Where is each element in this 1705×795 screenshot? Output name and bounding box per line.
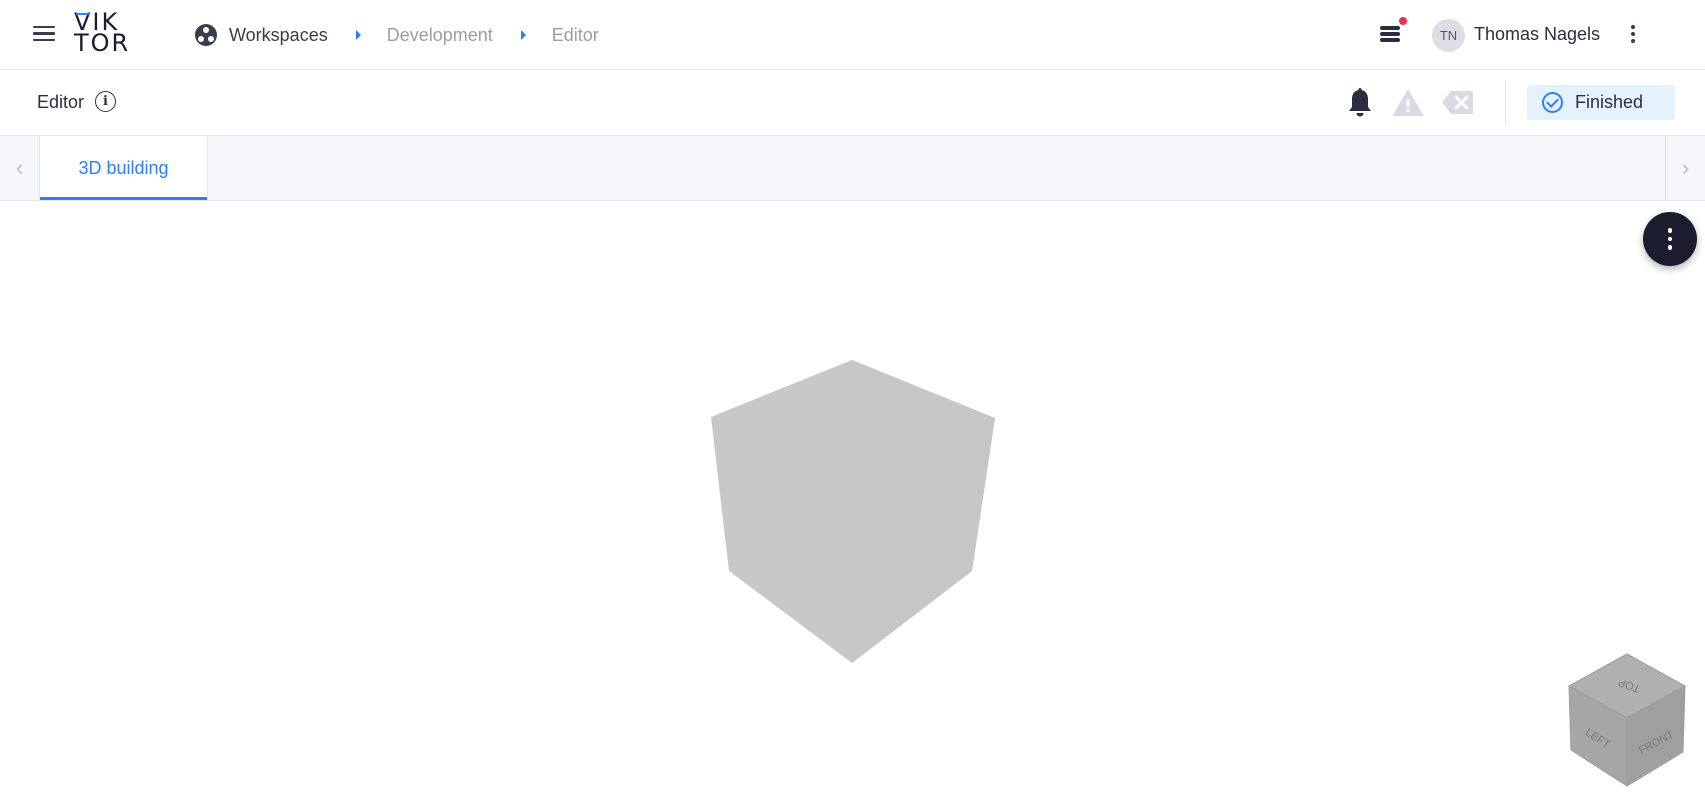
status-text: Finished (1575, 92, 1644, 112)
user-name[interactable]: Thomas Nagels (1474, 24, 1600, 45)
tab-3d-building[interactable]: 3D building (40, 136, 208, 200)
avatar[interactable]: TN (1432, 19, 1465, 52)
jobs-list-icon[interactable] (1378, 16, 1408, 48)
check-circle-icon (1542, 92, 1563, 113)
chevron-left-icon[interactable]: ‹ (0, 136, 40, 200)
breadcrumb-workspaces[interactable]: Workspaces (229, 25, 328, 46)
warning-icon[interactable] (1393, 89, 1423, 117)
editor-bar: Editor i Finished (0, 70, 1705, 136)
breadcrumb: Workspaces Development Editor (195, 20, 599, 50)
breadcrumb-editor: Editor (551, 24, 599, 45)
3d-model-cube[interactable] (700, 355, 1000, 670)
breadcrumb-development[interactable]: Development (387, 25, 493, 46)
status-badge[interactable]: Finished (1527, 85, 1675, 120)
more-options-icon[interactable] (1626, 22, 1640, 48)
bell-icon[interactable] (1346, 87, 1374, 119)
error-clear-icon[interactable] (1441, 90, 1474, 115)
info-icon[interactable]: i (95, 91, 116, 112)
chevron-right-icon[interactable]: › (1665, 136, 1705, 200)
breadcrumb-separator-icon (355, 30, 361, 40)
viewer-options-button[interactable] (1643, 212, 1697, 266)
top-bar: VIK TOR Workspaces Development Editor TN… (0, 0, 1705, 70)
viktor-logo[interactable]: VIK TOR (74, 10, 132, 58)
navigation-cube[interactable]: TOP LEFT FRONT (1565, 650, 1690, 790)
breadcrumb-separator-icon (520, 30, 526, 40)
view-tabs: ‹ 3D building › (0, 136, 1705, 201)
divider (1505, 80, 1506, 124)
page-title: Editor (37, 92, 85, 112)
hamburger-menu-icon[interactable] (30, 22, 58, 46)
workspaces-icon (195, 24, 217, 46)
notification-dot (1398, 16, 1408, 26)
